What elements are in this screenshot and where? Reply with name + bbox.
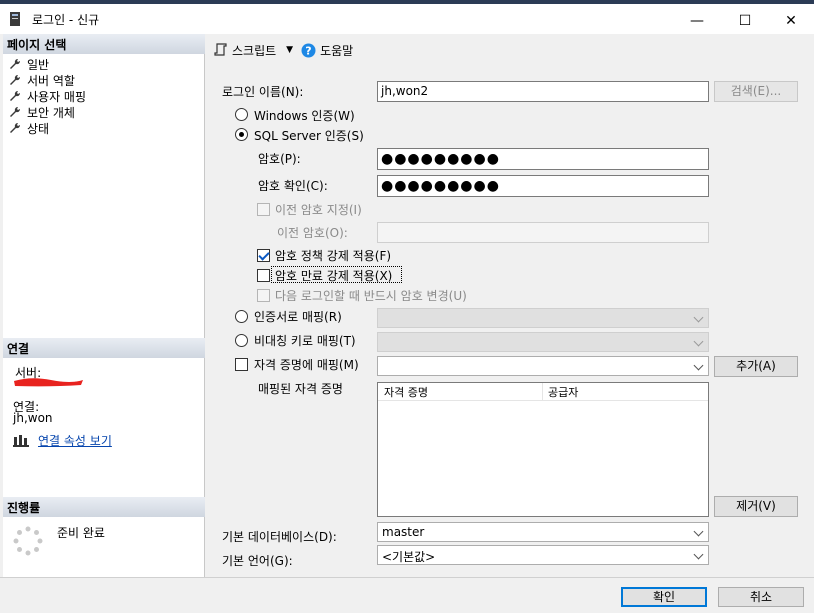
must-change-checkbox[interactable] (257, 289, 270, 302)
close-button[interactable]: ✕ (768, 8, 814, 34)
default-database-label: 기본 데이터베이스(D): (222, 530, 337, 544)
old-password-check-label: 이전 암호 지정(I) (275, 203, 362, 217)
progress-spinner-icon (13, 526, 43, 556)
column-header-credential[interactable]: 자격 증명 (384, 384, 428, 400)
add-credential-button[interactable]: 추가(A) (714, 356, 798, 377)
wrench-icon (10, 106, 21, 117)
minimize-button[interactable]: — (674, 8, 720, 34)
wrench-icon (10, 90, 21, 101)
column-divider[interactable] (542, 383, 543, 401)
nav-item-label: 보안 개체 (27, 105, 75, 120)
confirm-password-label: 암호 확인(C): (258, 179, 328, 193)
password-label: 암호(P): (258, 152, 301, 166)
chevron-down-icon (693, 336, 704, 347)
chevron-down-icon (693, 526, 704, 537)
windows-auth-radio[interactable] (235, 108, 248, 121)
page-select-header: 페이지 선택 (3, 34, 205, 54)
ok-button[interactable]: 확인 (621, 587, 707, 607)
wrench-icon (10, 122, 21, 133)
toolbar: 스크립트 ▼ ? 도움말 (214, 40, 353, 60)
connection-value: jh,won (13, 411, 53, 425)
must-change-label: 다음 로그인할 때 반드시 암호 변경(U) (275, 289, 467, 303)
confirm-password-input[interactable]: ●●●●●●●●● (377, 175, 709, 197)
progress-header: 진행률 (3, 497, 205, 517)
nav-item-general[interactable]: 일반 (9, 56, 49, 72)
enforce-expiration-label: 암호 만료 강제 적용(X) (275, 269, 393, 283)
old-password-checkbox[interactable] (257, 203, 270, 216)
login-name-label: 로그인 이름(N): (222, 85, 304, 99)
maximize-button[interactable]: ☐ (722, 8, 768, 34)
cancel-button[interactable]: 취소 (718, 587, 804, 607)
cred-mapping-checkbox[interactable] (235, 358, 248, 371)
chevron-down-icon (693, 312, 704, 323)
left-panel: 페이지 선택 일반 서버 역할 사용자 매핑 보안 개체 상태 연결 서버: 연… (3, 34, 205, 577)
view-connection-properties-link[interactable]: 연결 속성 보기 (38, 432, 112, 449)
password-input[interactable]: ●●●●●●●●● (377, 148, 709, 170)
asym-key-mapping-combo[interactable] (377, 332, 709, 352)
window-title: 로그인 - 신규 (32, 13, 100, 27)
enforce-policy-label: 암호 정책 강제 적용(F) (275, 249, 392, 263)
search-button[interactable]: 검색(E)... (714, 81, 798, 102)
sql-auth-label: SQL Server 인증(S) (254, 129, 364, 143)
default-database-combo[interactable]: master (377, 522, 709, 542)
title-bar: 로그인 - 신규 — ☐ ✕ (0, 4, 814, 34)
script-icon (214, 43, 227, 56)
credentials-header-row: 자격 증명 공급자 (378, 383, 708, 401)
sql-auth-radio[interactable] (235, 128, 248, 141)
enforce-expiration-checkbox[interactable] (257, 269, 270, 282)
nav-item-label: 사용자 매핑 (27, 89, 87, 104)
help-icon: ? (301, 43, 316, 57)
mapped-credentials-label: 매핑된 자격 증명 (258, 382, 343, 396)
chevron-down-icon (693, 360, 704, 371)
nav-item-user-mapping[interactable]: 사용자 매핑 (9, 88, 86, 104)
chevron-down-icon (693, 549, 704, 560)
column-header-provider[interactable]: 공급자 (548, 384, 578, 400)
server-icon (10, 12, 20, 26)
help-button[interactable]: 도움말 (320, 42, 353, 59)
connection-properties-icon (13, 435, 29, 447)
script-dropdown-icon[interactable]: ▼ (286, 45, 293, 55)
login-name-input[interactable]: jh,won2 (377, 81, 709, 102)
cert-mapping-label: 인증서로 매핑(R) (254, 310, 342, 324)
progress-status: 준비 완료 (57, 526, 105, 540)
cred-mapping-label: 자격 증명에 매핑(M) (254, 358, 359, 372)
default-database-value: master (382, 525, 425, 539)
nav-item-server-roles[interactable]: 서버 역할 (9, 72, 75, 88)
default-language-combo[interactable]: <기본값> (377, 545, 709, 565)
nav-item-status[interactable]: 상태 (9, 120, 49, 136)
cert-mapping-radio[interactable] (235, 310, 248, 323)
nav-item-label: 상태 (27, 121, 50, 136)
dialog-footer: 확인 취소 (0, 577, 814, 613)
default-language-label: 기본 언어(G): (222, 554, 293, 568)
nav-item-label: 일반 (27, 57, 50, 72)
connection-header: 연결 (3, 338, 205, 358)
cred-mapping-combo[interactable] (377, 356, 709, 376)
asym-key-mapping-label: 비대칭 키로 매핑(T) (254, 334, 356, 348)
wrench-icon (10, 74, 21, 85)
script-button[interactable]: 스크립트 (232, 42, 276, 59)
default-language-value: <기본값> (382, 550, 436, 564)
mapped-credentials-list[interactable]: 자격 증명 공급자 (377, 382, 709, 517)
old-password-input[interactable] (377, 222, 709, 243)
remove-credential-button[interactable]: 제거(V) (714, 496, 798, 517)
enforce-policy-checkbox[interactable] (257, 249, 270, 262)
redaction-mark (14, 378, 83, 387)
windows-auth-label: Windows 인증(W) (254, 109, 355, 123)
cert-mapping-combo[interactable] (377, 308, 709, 328)
asym-key-mapping-radio[interactable] (235, 334, 248, 347)
wrench-icon (10, 58, 21, 69)
nav-item-securables[interactable]: 보안 개체 (9, 104, 75, 120)
svg-text:?: ? (305, 44, 311, 57)
old-password-label: 이전 암호(O): (277, 226, 348, 240)
nav-item-label: 서버 역할 (27, 73, 75, 88)
